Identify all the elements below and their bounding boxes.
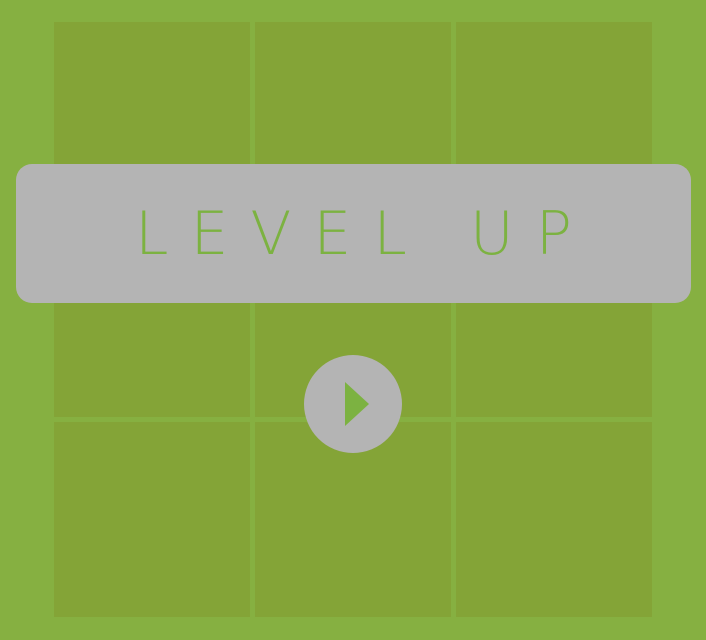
game-screen: LEVEL UP (0, 0, 706, 640)
level-up-title: LEVEL UP (135, 198, 594, 269)
board-tile (54, 422, 250, 617)
play-icon (345, 382, 369, 426)
board-tile (456, 422, 652, 617)
level-up-banner: LEVEL UP (16, 164, 691, 303)
play-button[interactable] (304, 355, 402, 453)
game-board (54, 22, 652, 618)
